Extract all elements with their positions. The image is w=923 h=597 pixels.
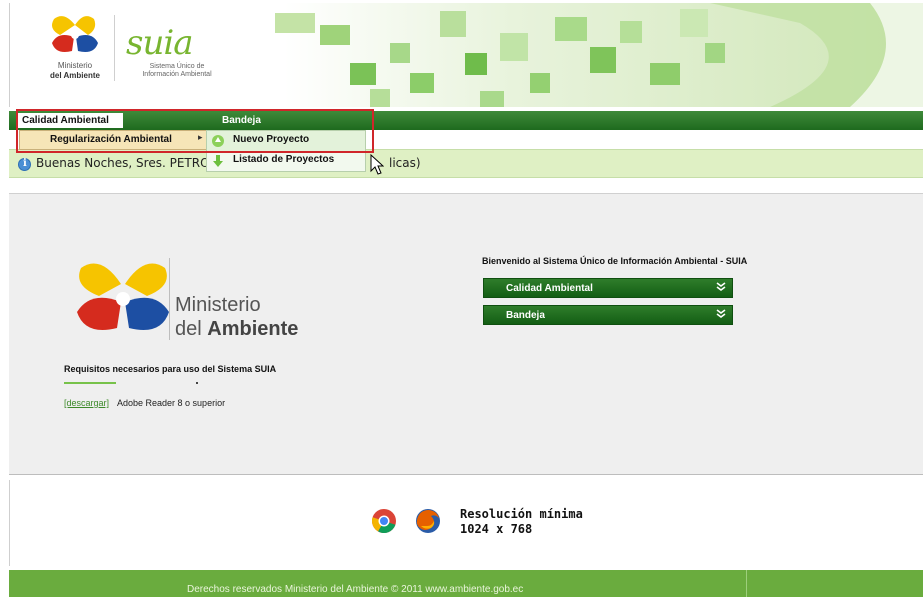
big-logo-line2-bold: Ambiente	[207, 318, 299, 340]
ministerio-big-flower-icon	[77, 263, 169, 330]
suia-logo-word: suia	[126, 23, 193, 63]
ministerio-logo-line2: del Ambiente	[50, 71, 100, 80]
red-highlight-box	[16, 109, 374, 153]
greeting-text: Buenas Noches, Sres. PETRO	[36, 156, 210, 170]
greeting-bar: Buenas Noches, Sres. PETRO licas)	[9, 149, 923, 178]
accordion-calidad-label: Calidad Ambiental	[506, 283, 593, 294]
download-link[interactable]: [descargar]	[64, 398, 109, 408]
footer-copyright: Derechos reservados Ministerio del Ambie…	[187, 584, 524, 595]
chrome-icon	[372, 509, 396, 533]
big-logo-line2: del Ambiente	[175, 318, 298, 341]
resolution-label: Resolución mínima	[460, 507, 583, 521]
info-icon	[18, 158, 31, 171]
big-logo-line1: Ministerio	[175, 294, 261, 316]
menu-item-listado-proyectos-label: Listado de Proyectos	[233, 154, 335, 165]
suia-subtitle-line1: Sistema Único de	[149, 63, 205, 70]
big-logo-divider	[169, 258, 170, 340]
accordion-bandeja[interactable]: Bandeja	[483, 305, 733, 325]
requirements-underline	[64, 382, 116, 384]
header-banner: Ministerio del Ambiente suia Sistema Úni…	[9, 3, 923, 107]
ministerio-flower-icon	[52, 16, 98, 52]
footer-separator	[746, 570, 747, 597]
ministerio-logo-line1: Ministerio	[57, 61, 93, 70]
suia-subtitle-line2: Información Ambiental	[142, 71, 212, 78]
firefox-icon	[416, 509, 440, 533]
mouse-cursor-icon	[370, 154, 384, 175]
double-chevron-down-icon	[716, 282, 726, 291]
download-description: Adobe Reader 8 o superior	[117, 398, 226, 408]
footer: Derechos reservados Ministerio del Ambie…	[9, 570, 923, 597]
big-logo-line2-prefix: del	[175, 318, 208, 340]
suia-logo: suia Sistema Único de Información Ambien…	[118, 23, 218, 83]
download-arrow-icon	[213, 155, 223, 167]
browser-requirements: Resolución mínima 1024 x 768	[9, 480, 923, 566]
main-content: Ministerio del Ambiente Requisitos neces…	[9, 193, 923, 475]
accordion-calidad-ambiental[interactable]: Calidad Ambiental	[483, 278, 733, 298]
logo-divider	[114, 15, 115, 81]
welcome-title: Bienvenido al Sistema Único de Informaci…	[482, 256, 748, 266]
menu-item-listado-proyectos[interactable]: Listado de Proyectos	[207, 151, 365, 172]
greeting-text-tail: licas)	[389, 156, 421, 170]
requirements-title: Requisitos necesarios para uso del Siste…	[64, 364, 277, 374]
resolution-value: 1024 x 768	[460, 522, 533, 536]
page: Ministerio del Ambiente suia Sistema Úni…	[0, 0, 923, 597]
accordion-bandeja-label: Bandeja	[506, 310, 545, 321]
double-chevron-down-icon	[716, 309, 726, 318]
ministerio-logo: Ministerio del Ambiente	[40, 11, 110, 91]
requirements-dot	[196, 382, 198, 384]
